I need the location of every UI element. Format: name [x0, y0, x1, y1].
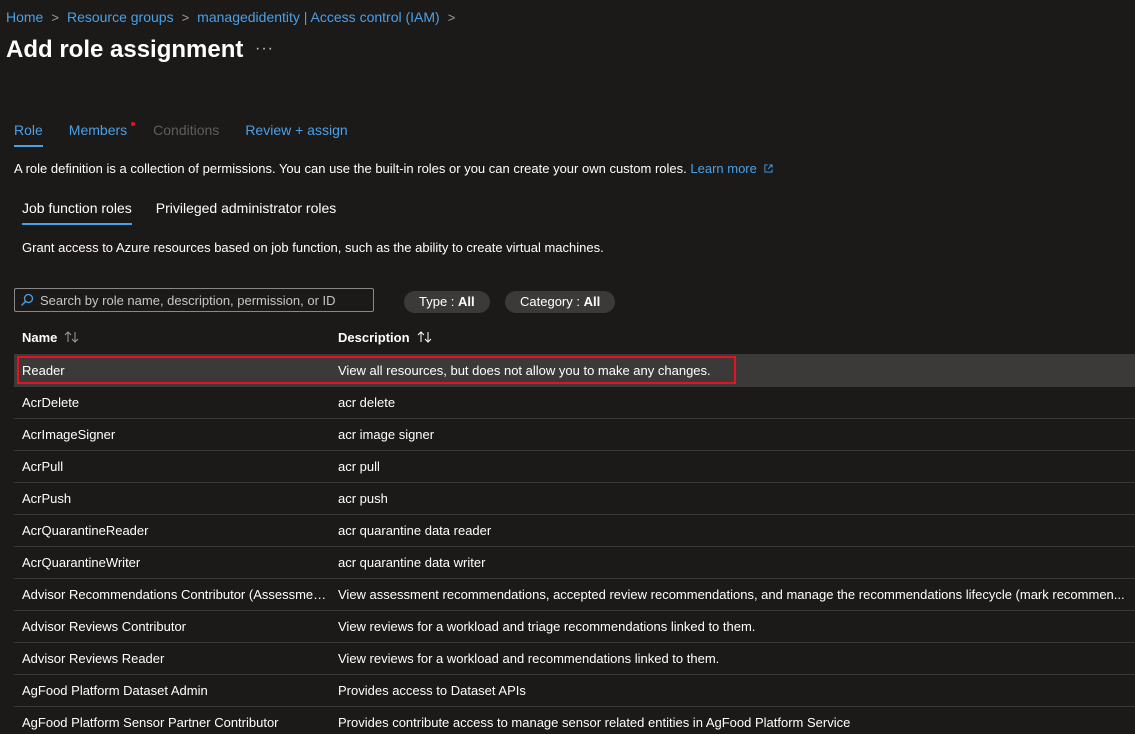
column-header-name[interactable]: Name — [14, 330, 338, 345]
table-row[interactable]: AcrPush acr push — [14, 482, 1135, 514]
table-row[interactable]: AgFood Platform Dataset Admin Provides ac… — [14, 674, 1135, 706]
add-role-assignment-page: Home > Resource groups > managedidentity… — [0, 0, 1135, 734]
tab-privileged-administrator-roles[interactable]: Privileged administrator roles — [156, 200, 337, 223]
table-header: Name Description — [14, 320, 1135, 354]
role-description-cell: acr push — [338, 491, 388, 506]
category-filter-pill[interactable]: Category : All — [505, 291, 616, 313]
tab-members[interactable]: Members — [68, 122, 136, 145]
learn-more-link[interactable]: Learn more — [690, 161, 774, 176]
table-row[interactable]: AcrImageSigner acr image signer — [14, 418, 1135, 450]
role-name-cell: Advisor Reviews Contributor — [22, 619, 187, 634]
role-type-description: Grant access to Azure resources based on… — [22, 240, 604, 255]
role-name-cell: Reader — [22, 363, 65, 378]
required-indicator-icon — [131, 122, 136, 126]
role-name-cell: Advisor Recommendations Contributor (Ass… — [22, 587, 335, 602]
table-row[interactable]: AcrPull acr pull — [14, 450, 1135, 482]
tab-role[interactable]: Role — [14, 122, 43, 147]
chevron-right-icon: > — [447, 9, 456, 25]
role-name-cell: AgFood Platform Sensor Partner Contribut… — [22, 715, 279, 730]
role-intro-text: A role definition is a collection of per… — [14, 161, 774, 176]
tab-members-label: Members — [68, 122, 128, 138]
type-filter-label: Type : — [419, 294, 455, 309]
table-row[interactable]: AcrDelete acr delete — [14, 386, 1135, 418]
learn-more-label: Learn more — [690, 161, 757, 176]
role-name-cell: AcrDelete — [22, 395, 80, 410]
table-row[interactable]: Reader View all resources, but does not a… — [14, 354, 1135, 386]
role-name-cell: AcrPull — [22, 459, 64, 474]
tab-conditions: Conditions — [153, 122, 220, 138]
search-input[interactable] — [40, 292, 360, 308]
table-row[interactable]: Advisor Reviews Contributor View reviews … — [14, 610, 1135, 642]
table-row[interactable]: AgFood Platform Sensor Partner Contribut… — [14, 706, 1135, 734]
breadcrumb-access-control[interactable]: managedidentity | Access control (IAM) — [197, 9, 440, 25]
role-name-cell: Advisor Reviews Reader — [22, 651, 165, 666]
role-description-cell: Provides access to Dataset APIs — [338, 683, 526, 698]
category-filter-label: Category : — [520, 294, 580, 309]
table-row[interactable]: AcrQuarantineReader acr quarantine data r… — [14, 514, 1135, 546]
breadcrumb: Home > Resource groups > managedidentity… — [6, 9, 463, 25]
role-description-cell: View reviews for a workload and recommen… — [338, 651, 720, 666]
search-icon — [21, 293, 34, 306]
sort-arrows-icon — [417, 331, 431, 343]
column-header-description-label: Description — [338, 329, 410, 345]
breadcrumb-home[interactable]: Home — [6, 9, 43, 25]
type-filter-pill[interactable]: Type : All — [404, 291, 490, 313]
tab-review-assign[interactable]: Review + assign — [245, 122, 347, 145]
column-header-description[interactable]: Description — [338, 330, 1135, 345]
role-description-cell: View all resources, but does not allow y… — [338, 363, 711, 378]
breadcrumb-resource-groups[interactable]: Resource groups — [67, 9, 174, 25]
table-row[interactable]: Advisor Reviews Reader View reviews for a… — [14, 642, 1135, 674]
table-body: Reader View all resources, but does not a… — [14, 354, 1135, 734]
role-name-cell: AcrImageSigner — [22, 427, 116, 442]
role-description-cell: acr pull — [338, 459, 380, 474]
role-description-cell: View reviews for a workload and triage r… — [338, 619, 756, 634]
role-description-cell: acr quarantine data reader — [338, 523, 492, 538]
role-name-cell: AcrQuarantineWriter — [22, 555, 141, 570]
column-header-name-label: Name — [22, 329, 58, 345]
chevron-right-icon: > — [181, 9, 190, 25]
role-type-tabs: Job function roles Privileged administra… — [22, 200, 360, 225]
page-title: Add role assignment — [6, 36, 244, 63]
role-description-cell: View assessment recommendations, accepte… — [338, 587, 1125, 602]
category-filter-value: All — [583, 294, 601, 309]
role-search-box[interactable] — [14, 288, 374, 312]
more-options-button[interactable]: ··· — [255, 40, 274, 58]
table-row[interactable]: Advisor Recommendations Contributor (Ass… — [14, 578, 1135, 610]
table-row[interactable]: AcrQuarantineWriter acr quarantine data w… — [14, 546, 1135, 578]
external-link-icon — [764, 164, 774, 173]
role-name-cell: AgFood Platform Dataset Admin — [22, 683, 208, 698]
tab-job-function-roles[interactable]: Job function roles — [22, 200, 132, 225]
role-intro-description: A role definition is a collection of per… — [14, 161, 687, 176]
role-description-cell: acr delete — [338, 395, 396, 410]
role-description-cell: acr quarantine data writer — [338, 555, 486, 570]
roles-table: Name Description Reader View all resource… — [14, 320, 1135, 734]
chevron-right-icon: > — [51, 9, 59, 25]
sort-arrows-icon — [65, 331, 79, 343]
role-description-cell: acr image signer — [338, 427, 435, 442]
type-filter-value: All — [458, 294, 475, 309]
role-description-cell: Provides contribute access to manage sen… — [338, 715, 851, 730]
role-name-cell: AcrQuarantineReader — [22, 523, 149, 538]
role-name-cell: AcrPush — [22, 491, 72, 506]
wizard-tabs: Role Members Conditions Review + assign — [14, 122, 374, 147]
